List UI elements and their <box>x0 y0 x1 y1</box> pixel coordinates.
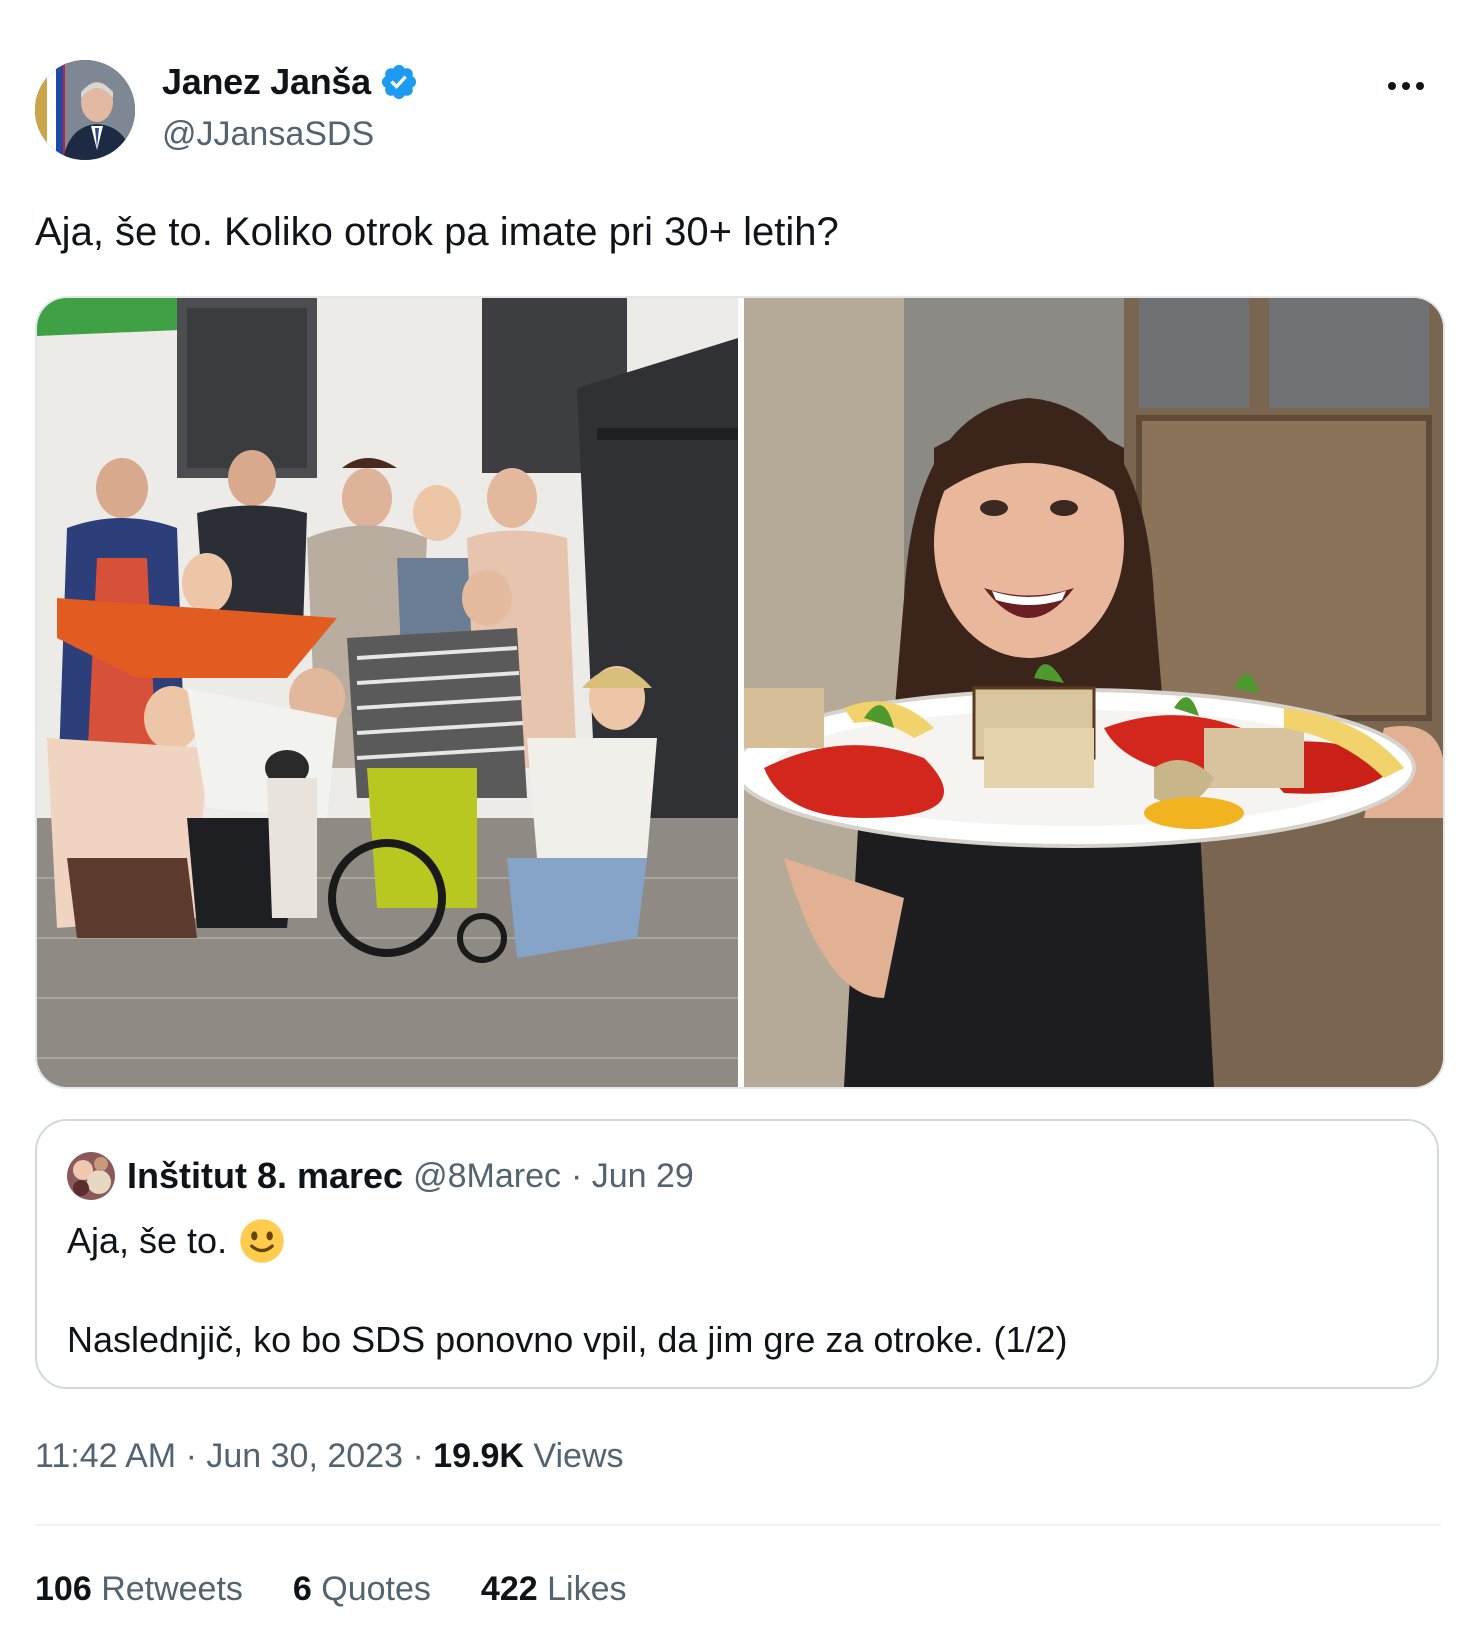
views-label: Views <box>533 1437 624 1475</box>
quotes-count: 6 <box>292 1570 312 1608</box>
tweet-detail: Janez Janša @JJansaSDS Aja, še to. Kolik… <box>0 0 1476 1640</box>
tweet-date[interactable]: Jun 30, 2023 <box>206 1437 403 1475</box>
likes-count: 422 <box>480 1570 538 1608</box>
views-count: 19.9K <box>433 1437 524 1475</box>
meta-separator-2: · <box>412 1437 424 1475</box>
group-photo-image <box>37 298 738 1087</box>
quoted-avatar[interactable] <box>67 1152 115 1200</box>
verified-badge-icon[interactable] <box>379 62 419 102</box>
retweets-count: 106 <box>35 1570 92 1608</box>
quotes-stat[interactable]: 6 Quotes <box>293 1565 431 1613</box>
more-horizontal-icon <box>1388 82 1424 90</box>
avatar-image <box>35 60 135 160</box>
author-display-name[interactable]: Janez Janša <box>162 60 371 104</box>
quoted-tweet[interactable]: Inštitut 8. marec @8Marec · Jun 29 Aja, … <box>35 1119 1439 1389</box>
meta-separator-1: · <box>185 1437 197 1475</box>
slightly-smiling-face-icon <box>240 1219 284 1263</box>
quoted-date[interactable]: · Jun 29 <box>571 1157 694 1196</box>
quoted-header: Inštitut 8. marec @8Marec · Jun 29 <box>67 1151 694 1201</box>
quoted-avatar-image <box>67 1152 115 1200</box>
quoted-text-line2: Naslednjič, ko bo SDS ponovno vpil, da j… <box>67 1319 1068 1360</box>
quoted-text-line1: Aja, še to. <box>67 1220 228 1261</box>
retweets-label: Retweets <box>101 1570 243 1608</box>
tweet-time[interactable]: 11:42 AM <box>35 1437 176 1475</box>
author-avatar[interactable] <box>35 60 135 160</box>
author-handle[interactable]: @JJansaSDS <box>162 112 374 156</box>
author-name-row: Janez Janša <box>162 60 419 104</box>
photo-woman-cake[interactable] <box>744 298 1443 1087</box>
retweets-stat[interactable]: 106 Retweets <box>35 1565 243 1613</box>
quoted-handle[interactable]: @8Marec <box>413 1157 561 1196</box>
more-options-button[interactable] <box>1376 62 1436 110</box>
photo-group[interactable] <box>37 298 738 1087</box>
quotes-label: Quotes <box>321 1570 431 1608</box>
likes-label: Likes <box>547 1570 627 1608</box>
tweet-meta: 11:42 AM · Jun 30, 2023 · 19.9K Views <box>35 1432 624 1480</box>
quoted-text-line1-row: Aja, še to. <box>67 1213 285 1269</box>
woman-with-cake-image <box>744 298 1443 1087</box>
engagement-stats: 106 Retweets 6 Quotes 422 Likes <box>35 1565 676 1613</box>
tweet-text: Aja, še to. Koliko otrok pa imate pri 30… <box>35 210 839 254</box>
media-grid <box>35 296 1445 1089</box>
divider <box>35 1524 1441 1526</box>
quoted-display-name[interactable]: Inštitut 8. marec <box>127 1155 403 1197</box>
likes-stat[interactable]: 422 Likes <box>481 1565 627 1613</box>
